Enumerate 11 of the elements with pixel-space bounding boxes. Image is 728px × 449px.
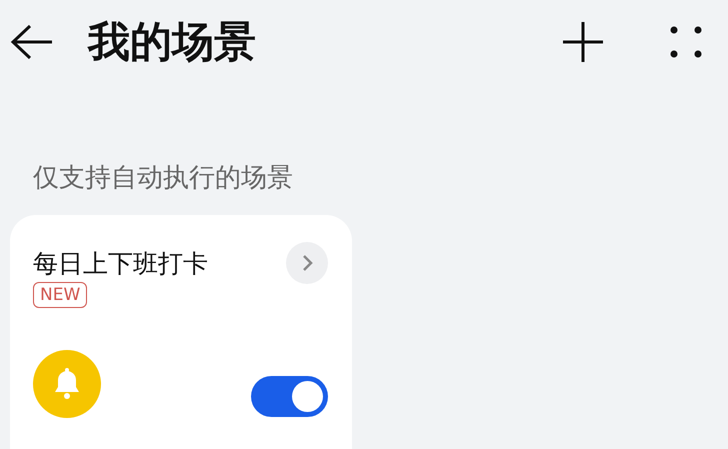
more-icon[interactable] xyxy=(670,26,702,58)
scene-toggle[interactable] xyxy=(251,376,328,417)
scene-card[interactable]: 每日上下班打卡 NEW xyxy=(10,215,352,449)
scene-title: 每日上下班打卡 xyxy=(33,248,208,280)
new-badge: NEW xyxy=(33,282,88,308)
bell-icon xyxy=(33,350,101,418)
chevron-icon[interactable] xyxy=(286,242,328,284)
add-icon[interactable] xyxy=(562,21,604,63)
page-title: 我的场景 xyxy=(88,16,256,68)
back-icon[interactable] xyxy=(10,24,54,60)
section-label: 仅支持自动执行的场景 xyxy=(33,162,294,195)
